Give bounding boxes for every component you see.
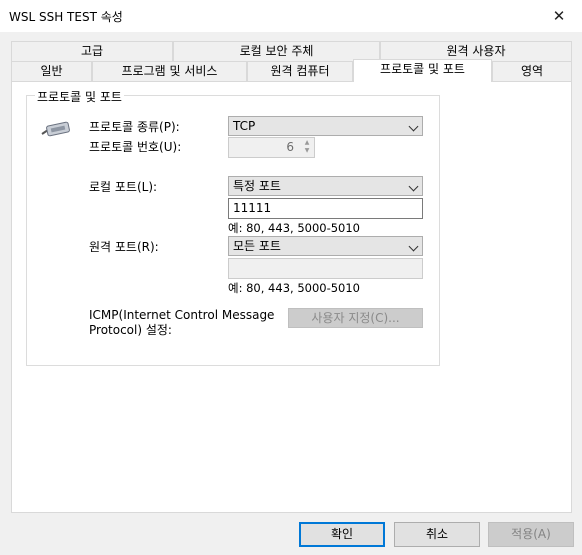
chevron-down-icon (408, 241, 419, 252)
network-cable-icon (41, 121, 70, 137)
ok-button[interactable]: 확인 (299, 522, 385, 547)
icmp-label-line2: Protocol) 설정: (89, 323, 172, 337)
protocol-number-stepper[interactable]: 6 ▲ ▼ (228, 137, 315, 158)
tab-scope[interactable]: 영역 (492, 61, 572, 81)
remote-port-input[interactable] (228, 258, 423, 279)
tab-remote-users[interactable]: 원격 사용자 (380, 41, 572, 61)
chevron-down-icon (408, 181, 419, 192)
protocol-type-select[interactable]: TCP (228, 116, 423, 136)
spin-up-icon[interactable]: ▲ (301, 139, 313, 147)
title-bar: WSL SSH TEST 속성 ✕ (0, 0, 582, 32)
local-port-input[interactable]: 11111 (228, 198, 423, 219)
protocol-number-value: 6 (286, 140, 294, 154)
tab-local-principals[interactable]: 로컬 보안 주체 (173, 41, 380, 61)
tab-label: 프로토콜 및 포트 (380, 62, 465, 76)
tab-label: 고급 (80, 44, 104, 58)
tab-label: 영역 (520, 64, 544, 78)
close-icon[interactable]: ✕ (536, 0, 582, 32)
remote-port-value: 모든 포트 (233, 239, 281, 253)
tab-panel-protocols-ports: 프로토콜 및 포트 프로토콜 종류(P): TCP 프로토콜 번호(U): 6 … (11, 81, 572, 513)
tab-label: 원격 컴퓨터 (270, 64, 330, 78)
protocol-type-value: TCP (233, 119, 256, 133)
group-title: 프로토콜 및 포트 (35, 88, 124, 105)
apply-button[interactable]: 적용(A) (488, 522, 574, 547)
tab-protocols-ports[interactable]: 프로토콜 및 포트 (353, 59, 492, 82)
icmp-customize-button[interactable]: 사용자 지정(C)... (288, 308, 423, 328)
tab-remote-computers[interactable]: 원격 컴퓨터 (247, 61, 353, 81)
local-port-label: 로컬 포트(L): (89, 180, 158, 194)
local-port-select[interactable]: 특정 포트 (228, 176, 423, 196)
protocol-type-label: 프로토콜 종류(P): (89, 120, 180, 134)
spin-down-icon[interactable]: ▼ (301, 147, 313, 155)
tab-label: 프로그램 및 서비스 (121, 64, 218, 78)
cancel-button[interactable]: 취소 (394, 522, 480, 547)
tab-general[interactable]: 일반 (11, 61, 92, 81)
window-title: WSL SSH TEST 속성 (9, 10, 123, 24)
remote-port-label: 원격 포트(R): (89, 240, 159, 254)
tab-programs-services[interactable]: 프로그램 및 서비스 (92, 61, 247, 81)
protocol-number-label: 프로토콜 번호(U): (89, 140, 182, 154)
tab-label: 원격 사용자 (446, 44, 506, 58)
tab-label: 일반 (40, 64, 63, 78)
chevron-down-icon (408, 121, 419, 132)
tab-label: 로컬 보안 주체 (239, 44, 314, 58)
remote-port-hint: 예: 80, 443, 5000-5010 (228, 281, 360, 295)
icmp-label-line1: ICMP(Internet Control Message (89, 308, 275, 322)
local-port-input-value: 11111 (233, 201, 272, 215)
spin-buttons: ▲ ▼ (301, 139, 313, 156)
protocols-ports-group: 프로토콜 및 포트 프로토콜 종류(P): TCP 프로토콜 번호(U): 6 … (26, 88, 440, 366)
remote-port-select[interactable]: 모든 포트 (228, 236, 423, 256)
local-port-value: 특정 포트 (233, 179, 281, 193)
local-port-hint: 예: 80, 443, 5000-5010 (228, 221, 360, 235)
tab-advanced[interactable]: 고급 (11, 41, 173, 61)
